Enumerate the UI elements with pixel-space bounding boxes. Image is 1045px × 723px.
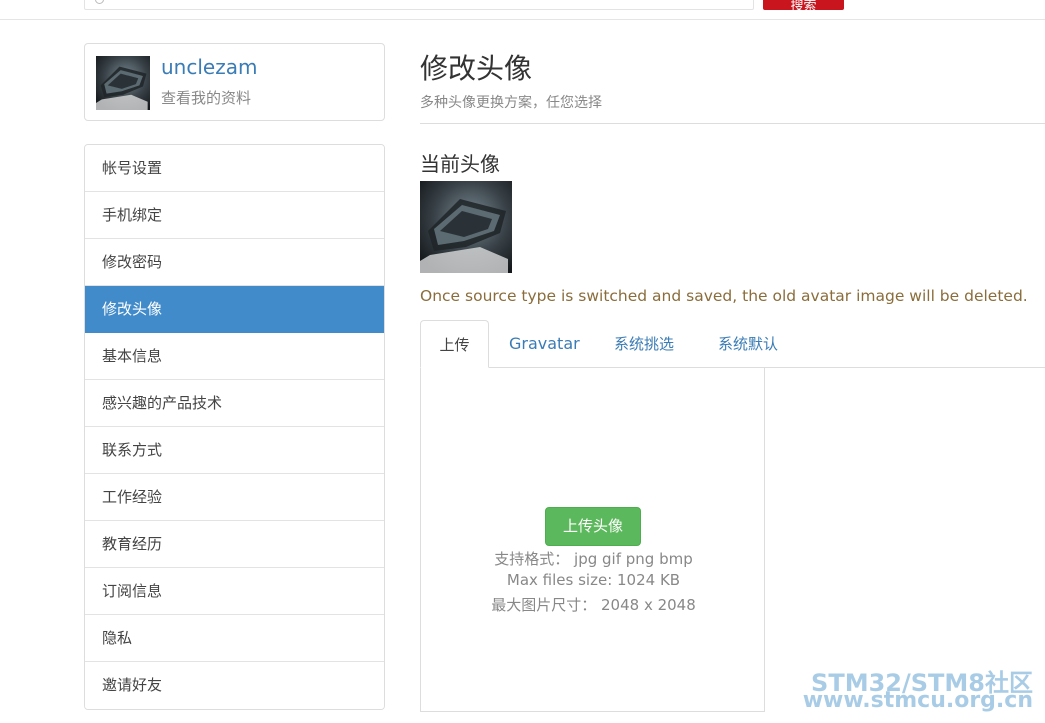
sidebar-item-invite-friends[interactable]: 邀请好友 xyxy=(85,662,384,709)
sidebar-item-contact[interactable]: 联系方式 xyxy=(85,427,384,474)
search-icon xyxy=(95,0,104,4)
sidebar-item-work-experience[interactable]: 工作经验 xyxy=(85,474,384,521)
sidebar-item-privacy[interactable]: 隐私 xyxy=(85,615,384,662)
page-subtitle: 多种头像更换方案，任您选择 xyxy=(420,95,602,111)
profile-name[interactable]: unclezam xyxy=(161,55,257,79)
tab-system-default[interactable]: 系统默认 xyxy=(718,320,778,368)
avatar-switch-notice: Once source type is switched and saved, … xyxy=(420,287,1028,305)
sidebar-item-interests[interactable]: 感兴趣的产品技术 xyxy=(85,380,384,427)
view-profile-link[interactable]: 查看我的资料 xyxy=(161,87,251,108)
sidebar-item-phone-binding[interactable]: 手机绑定 xyxy=(85,192,384,239)
search-input[interactable] xyxy=(84,0,754,10)
sidebar-item-change-avatar[interactable]: 修改头像 xyxy=(85,286,384,333)
settings-sidebar: 帐号设置 手机绑定 修改密码 修改头像 基本信息 感兴趣的产品技术 联系方式 工… xyxy=(84,144,385,710)
upload-avatar-button[interactable]: 上传头像 xyxy=(545,507,641,546)
sidebar-item-change-password[interactable]: 修改密码 xyxy=(85,239,384,286)
tab-gravatar[interactable]: Gravatar xyxy=(509,320,580,368)
tab-upload[interactable]: 上传 xyxy=(420,320,489,368)
sidebar-item-account-settings[interactable]: 帐号设置 xyxy=(85,145,384,192)
search-button[interactable]: 搜索 xyxy=(763,0,844,10)
avatar[interactable] xyxy=(96,56,150,110)
supported-formats: 支持格式： jpg gif png bmp xyxy=(494,550,693,568)
top-search-bar: 搜索 xyxy=(0,0,1045,20)
title-divider xyxy=(420,123,1045,124)
max-image-dimensions: 最大图片尺寸： 2048 x 2048 xyxy=(491,596,696,614)
upload-panel: 上传头像 支持格式： jpg gif png bmp Max files siz… xyxy=(420,368,765,712)
watermark-url: www.stmcu.org.cn xyxy=(802,688,1033,713)
sidebar-item-subscriptions[interactable]: 订阅信息 xyxy=(85,568,384,615)
max-file-size: Max files size: 1024 KB xyxy=(506,571,681,589)
page-title: 修改头像 xyxy=(420,52,533,85)
tab-system-pick[interactable]: 系统挑选 xyxy=(614,320,674,368)
current-avatar-title: 当前头像 xyxy=(420,152,500,176)
sidebar-item-basic-info[interactable]: 基本信息 xyxy=(85,333,384,380)
current-avatar-image xyxy=(420,181,512,273)
sidebar-item-education[interactable]: 教育经历 xyxy=(85,521,384,568)
profile-card: unclezam 查看我的资料 xyxy=(84,43,385,121)
